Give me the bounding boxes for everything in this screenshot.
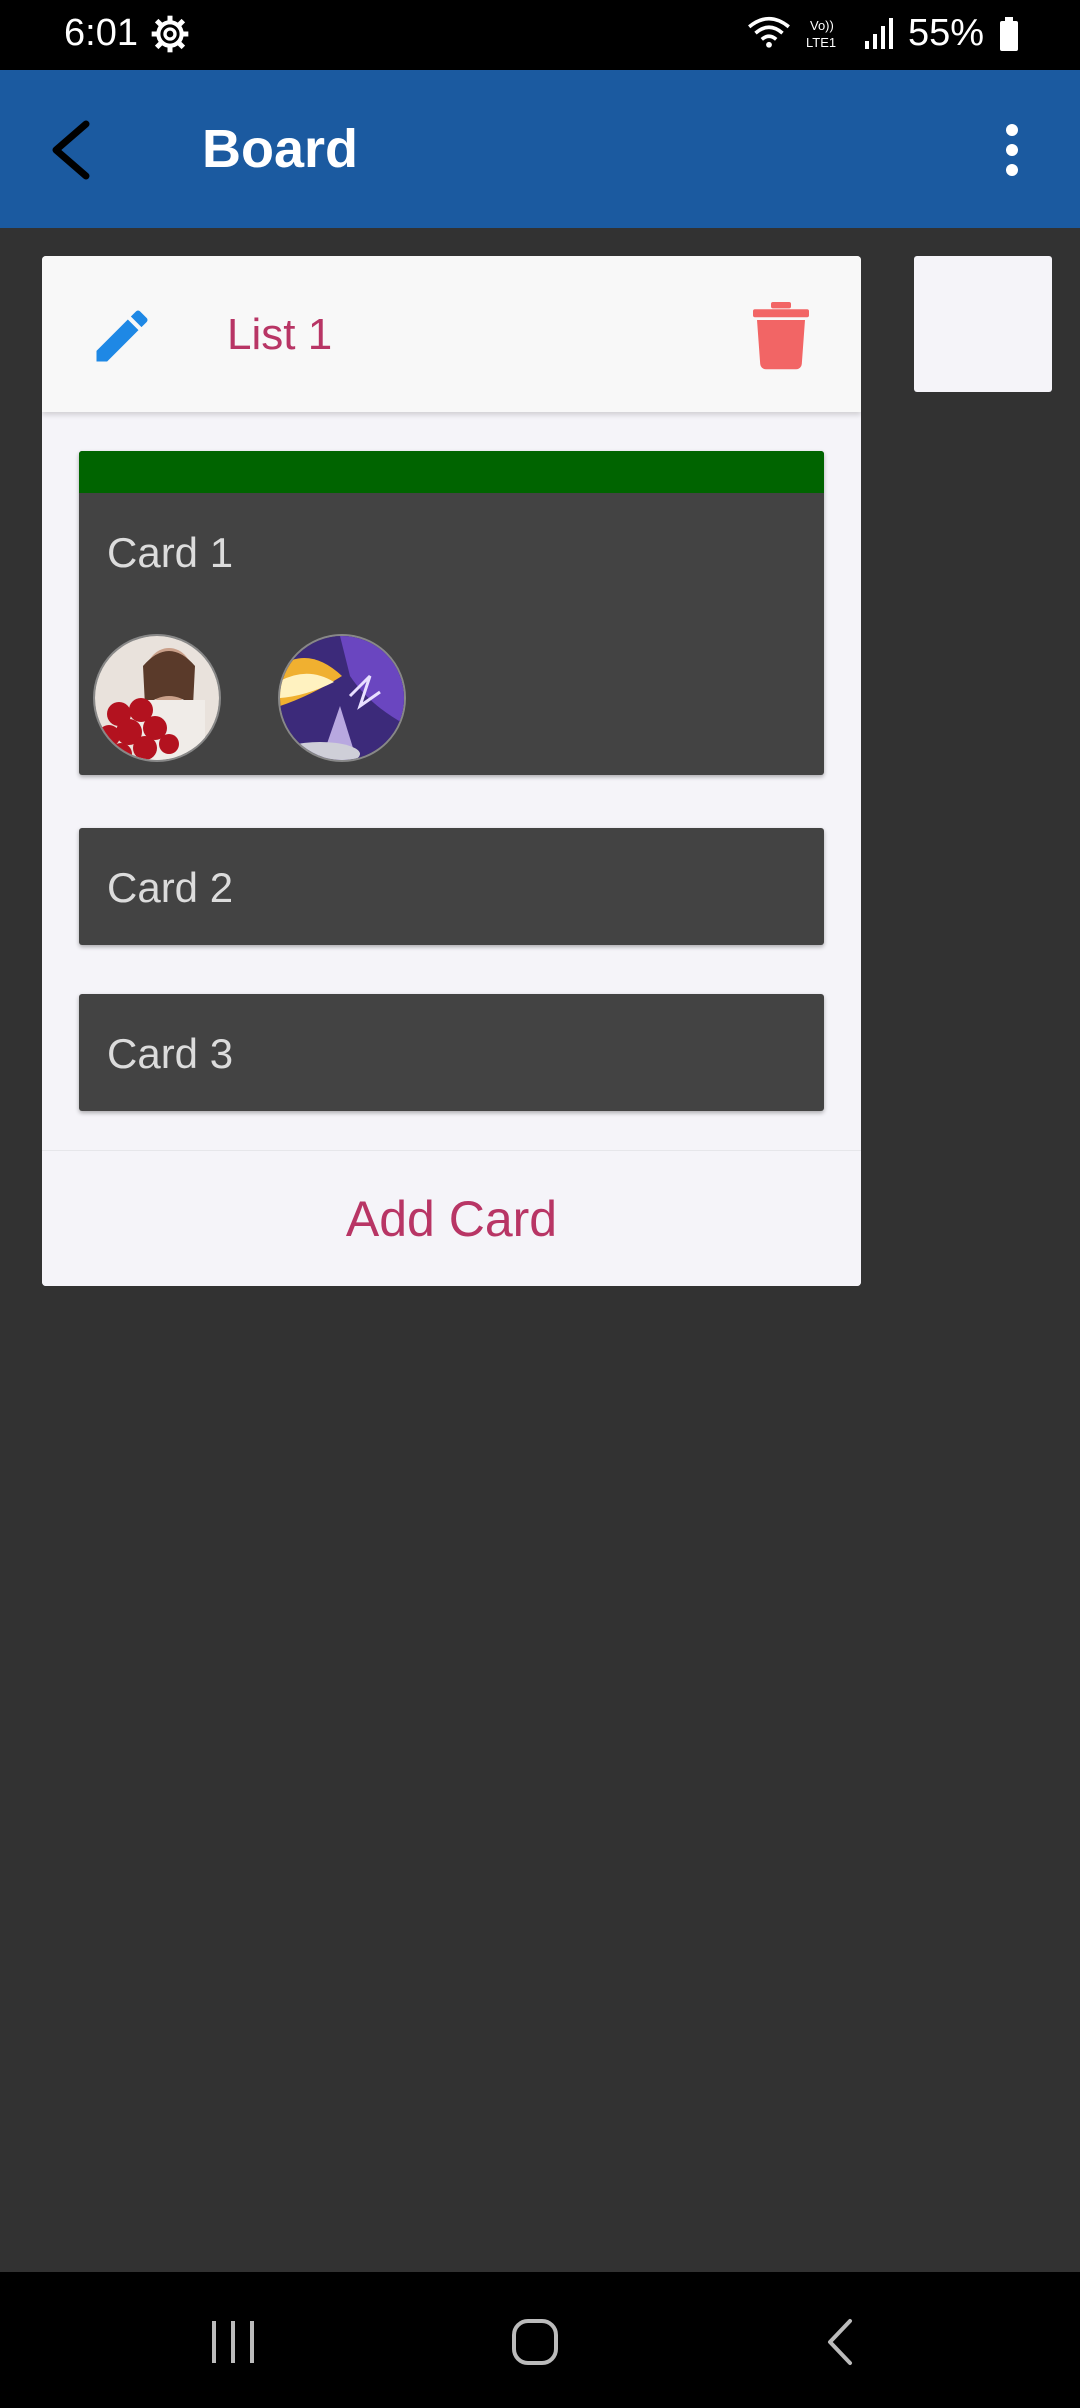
app-bar: Board xyxy=(0,70,1080,228)
card-label xyxy=(79,451,824,493)
list-panel: List 1 Card 1 Card 2 Card 3 Add Card xyxy=(42,256,861,1286)
wifi-icon xyxy=(747,16,790,48)
list-title[interactable]: List 1 xyxy=(227,310,332,360)
card-title: Card 1 xyxy=(107,529,234,576)
card-title: Card 3 xyxy=(107,1030,234,1077)
card-title: Card 2 xyxy=(107,864,234,911)
recents-button[interactable] xyxy=(188,2302,278,2382)
card-1[interactable]: Card 1 xyxy=(79,451,824,775)
more-vert-icon xyxy=(1006,124,1018,176)
next-list-panel[interactable] xyxy=(914,256,1052,392)
avatar[interactable] xyxy=(93,634,221,762)
card-2[interactable]: Card 2 xyxy=(79,828,824,945)
svg-text:LTE1: LTE1 xyxy=(806,35,836,50)
battery-percent: 55% xyxy=(907,12,984,54)
pencil-icon xyxy=(96,310,148,362)
add-card-area: Add Card xyxy=(42,1150,861,1286)
settings-gear-icon xyxy=(151,15,189,53)
trash-icon xyxy=(753,302,809,370)
system-nav-bar xyxy=(0,2272,1080,2408)
home-button[interactable] xyxy=(490,2302,580,2382)
recents-icon xyxy=(212,2321,254,2363)
volte-icon: Vo)) LTE1 xyxy=(806,18,836,50)
avatar[interactable] xyxy=(278,634,406,762)
status-time: 6:01 xyxy=(64,12,138,54)
avatar-purple-art-image xyxy=(280,636,404,760)
nav-back-button[interactable] xyxy=(794,2302,884,2382)
delete-list-button[interactable] xyxy=(741,296,821,376)
back-icon xyxy=(828,2319,852,2365)
more-options-button[interactable] xyxy=(972,110,1052,190)
page-title: Board xyxy=(202,119,359,179)
back-button[interactable] xyxy=(30,110,110,190)
signal-icon xyxy=(864,17,893,49)
home-icon xyxy=(512,2319,558,2365)
status-bar: 6:01 Vo)) LTE1 55% xyxy=(0,0,1080,70)
card-3[interactable]: Card 3 xyxy=(79,994,824,1111)
battery-icon xyxy=(1000,16,1018,51)
status-icons: Vo)) LTE1 55% xyxy=(746,12,1020,55)
back-arrow-icon xyxy=(52,120,90,180)
edit-list-button[interactable] xyxy=(82,296,162,376)
svg-text:Vo)): Vo)) xyxy=(810,18,834,33)
avatar-roses-image xyxy=(95,636,219,760)
list-header: List 1 xyxy=(42,256,861,412)
add-card-button[interactable]: Add Card xyxy=(346,1190,557,1248)
